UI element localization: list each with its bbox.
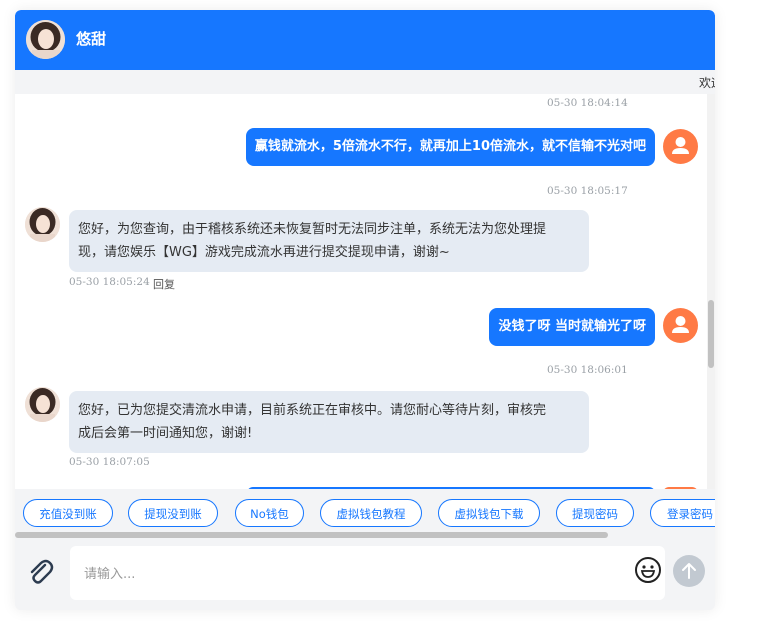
message-input-box[interactable] xyxy=(70,546,665,600)
message-list[interactable]: 05-30 18:04:14 赢钱就流水，5倍流水不行，就再加上10倍流水，就不… xyxy=(15,94,715,489)
smiley-icon xyxy=(635,557,661,583)
message-timestamp: 05-30 18:05:24 xyxy=(69,276,150,288)
incoming-message: 您好，为您查询，由于稽核系统还未恢复暂时无法同步注单，系统无法为您处理提 现，请… xyxy=(69,210,589,272)
message-line: 现，请您娱乐【WG】游戏完成流水再进行提交提现申请，谢谢~ xyxy=(78,245,450,260)
chat-header: 悠甜 xyxy=(15,10,715,70)
agent-portrait-icon xyxy=(25,207,60,242)
chat-window: 悠甜 欢迎 05-30 18:04:14 赢钱就流水，5倍流水不行，就再加上10… xyxy=(15,10,715,610)
incoming-message: 您好，已为您提交清流水申请，目前系统正在审核中。请您耐心等待片刻，审核完 成后会… xyxy=(69,391,589,453)
user-icon xyxy=(672,137,689,154)
outgoing-message: 赢钱就流水，5倍流水不行，就再加上10倍流水，就不信输不光对吧 xyxy=(245,128,655,166)
quick-reply-chip[interactable]: 登录密码 xyxy=(650,499,715,527)
message-timestamp: 05-30 18:06:01 xyxy=(547,364,628,376)
message-line: 成后会第一时间通知您，谢谢! xyxy=(78,426,253,441)
reply-link[interactable]: 回复 xyxy=(153,276,175,292)
agent-avatar xyxy=(25,387,60,422)
agent-portrait-icon xyxy=(26,20,65,59)
send-button[interactable] xyxy=(673,555,705,587)
message-scrollbar-thumb[interactable] xyxy=(708,300,714,368)
quick-reply-chip[interactable]: 充值没到账 xyxy=(23,499,113,527)
message-timestamp: 05-30 18:04:14 xyxy=(547,97,628,109)
agent-portrait-icon xyxy=(25,387,60,422)
input-area xyxy=(15,540,715,610)
user-avatar xyxy=(663,129,698,164)
quick-reply-chip[interactable]: 虚拟钱包教程 xyxy=(320,499,422,527)
quick-reply-chip[interactable]: 虚拟钱包下载 xyxy=(438,499,540,527)
paperclip-icon xyxy=(30,559,54,584)
quick-reply-bar: 充值没到账 提现没到账 No钱包 虚拟钱包教程 虚拟钱包下载 提现密码 登录密码 xyxy=(15,489,715,537)
message-scrollbar-track[interactable] xyxy=(707,94,715,489)
attachment-button[interactable] xyxy=(25,557,55,587)
chat-title: 悠甜 xyxy=(76,30,107,48)
quick-reply-chip[interactable]: 提现密码 xyxy=(556,499,634,527)
message-timestamp: 05-30 18:05:17 xyxy=(547,185,628,197)
message-input[interactable] xyxy=(82,562,626,586)
outgoing-message: 没钱了呀 当时就输光了呀 xyxy=(489,308,655,346)
quick-reply-scrollbar[interactable] xyxy=(15,532,608,538)
agent-avatar xyxy=(26,20,65,59)
quick-reply-chip[interactable]: No钱包 xyxy=(235,499,304,527)
emoji-button[interactable] xyxy=(634,556,662,584)
message-timestamp: 05-30 18:07:05 xyxy=(69,456,150,468)
arrow-up-icon xyxy=(682,563,696,579)
user-icon xyxy=(672,316,689,333)
agent-avatar xyxy=(25,207,60,242)
quick-reply-chip[interactable]: 提现没到账 xyxy=(128,499,218,527)
notice-marquee: 欢迎 xyxy=(15,70,715,94)
user-avatar xyxy=(663,308,698,343)
notice-text: 欢迎 xyxy=(699,76,715,90)
message-line: 您好，已为您提交清流水申请，目前系统正在审核中。请您耐心等待片刻，审核完 xyxy=(78,403,547,418)
message-line: 您好，为您查询，由于稽核系统还未恢复暂时无法同步注单，系统无法为您处理提 xyxy=(78,222,547,237)
